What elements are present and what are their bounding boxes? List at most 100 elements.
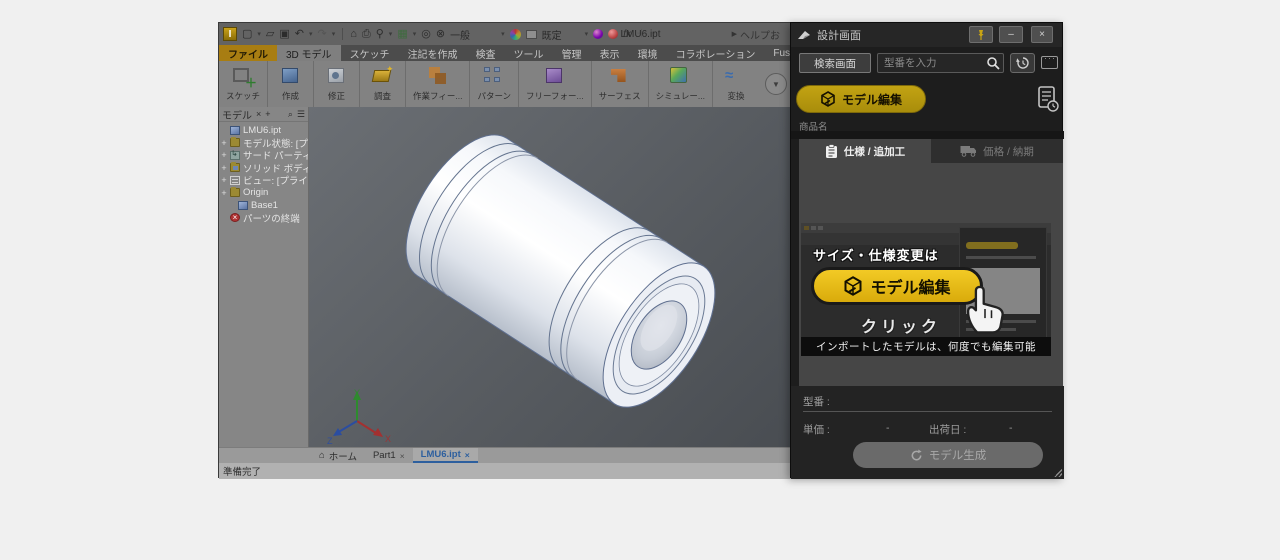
tree-item-end-of-part[interactable]: × パーツの終端 [221,212,308,225]
redo-icon[interactable]: ↷ [318,29,327,40]
ship-date-value: - [1009,422,1013,434]
simulation-icon [668,64,692,88]
ribbon-tab-environments[interactable]: 環境 [629,45,667,61]
tree-item-origin[interactable]: + Origin [221,187,308,200]
history-button[interactable] [1010,53,1035,73]
tree-item-third-party[interactable]: + サード パーティ [221,149,308,162]
search-icon[interactable] [986,56,1000,70]
ribbon-tab-sketch[interactable]: スケッチ [341,45,399,61]
measure-icon[interactable]: ⚲ [376,29,384,40]
ribbon-collapse-button[interactable]: ▼ [765,73,787,95]
quick-access-toolbar: I ▢▾ ▱ ▣ ↶▾ ↷▾ ⌂ ⎙ ⚲▾ ▦▾ ◎ ⊗ 一般 ▾ 既定 ▾ [219,27,655,42]
convert-icon: ≈ [724,64,748,88]
doc-tab-home[interactable]: ⌂ ホーム [311,448,365,463]
pattern-icon [482,64,506,88]
third-party-icon [230,151,240,160]
result-fields: 型番 : 単価 : - 出荷日 : - モデル生成 [791,386,1064,479]
tree-item-model-states[interactable]: + モデル状態: [プライマリ] [221,137,308,150]
ribbon-group-convert[interactable]: ≈ 変換 [713,61,759,107]
ribbon-group-pattern[interactable]: パターン [470,61,519,107]
clipboard-icon [825,144,838,159]
clear-appearance-icon[interactable] [608,29,618,39]
ribbon-group-create[interactable]: 作成 [268,61,314,107]
model-generate-button[interactable]: モデル生成 [853,442,1043,468]
inventor-logo-icon[interactable]: I [223,27,237,41]
resize-grip[interactable] [1054,469,1062,477]
tab-price[interactable]: 価格 / 納期 [931,139,1063,163]
add-qat-icon[interactable]: ＋ [636,29,647,40]
physical-icon[interactable]: ◎ [421,29,431,40]
ship-date-label: 出荷日 : [929,422,966,437]
ribbon-tab-manage[interactable]: 管理 [553,45,591,61]
new-file-icon[interactable]: ▢ [242,29,252,40]
browser-close-icon[interactable]: × [256,109,261,119]
quote-history-icon[interactable] [1037,85,1059,113]
open-file-icon[interactable]: ▱ [266,29,274,40]
part-number-input[interactable] [877,53,1004,73]
appearance-select[interactable]: 既定 [542,27,562,42]
home-icon[interactable]: ⌂ [350,29,357,40]
tree-item-root[interactable]: LMU6.ipt [221,124,308,137]
model-edit-banner[interactable]: サイズ・仕様変更は モデル編集 クリック インポートしたモデルは、何度でも編集可… [801,223,1051,356]
ribbon-tab-3d-model[interactable]: 3D モデル [277,45,341,61]
material-icon[interactable]: ▦ [397,29,407,40]
help-label[interactable]: ヘルプお [740,27,780,42]
create-icon [279,64,303,88]
ribbon-group-examine[interactable]: ✦ 調査 [360,61,406,107]
save-icon[interactable]: ▣ [279,29,289,40]
axis-y-label: Y [354,388,360,398]
minimize-button[interactable]: – [999,26,1023,43]
undo-icon[interactable]: ↶ [295,29,304,40]
adjust-sphere-icon[interactable] [593,29,603,39]
search-screen-button[interactable]: 検索画面 [799,53,871,73]
end-of-part-icon: × [230,213,240,222]
infocenter-arrow-icon[interactable]: ▶ [732,30,737,38]
tree-item-solid-bodies[interactable]: + ソリッド ボディ(1) [221,162,308,175]
parameters-fx-icon[interactable]: fx [623,29,631,40]
model-browser: モデル × + ⌕ ☰ LMU6.ipt + モデル状態: [プライマリ] [219,107,309,447]
close-icon[interactable]: × [465,450,470,460]
ribbon-tab-inspect[interactable]: 検査 [467,45,505,61]
work-features-icon [426,64,450,88]
ribbon-tab-annotate[interactable]: 注記を作成 [399,45,467,61]
material-select[interactable]: 一般 [450,27,470,42]
browser-tab-label[interactable]: モデル [222,107,252,122]
ribbon-tab-tools[interactable]: ツール [505,45,553,61]
color-wheel-icon[interactable] [510,29,521,40]
ribbon-group-simulation[interactable]: シミュレー... [649,61,713,107]
print-icon[interactable]: ⎙ [362,29,371,40]
axis-triad: Y X Z [327,387,397,447]
doc-tab-part1[interactable]: Part1 × [365,448,413,463]
ribbon-tab-view[interactable]: 表示 [591,45,629,61]
model-edit-button[interactable]: モデル編集 [796,85,926,113]
freeform-icon [543,64,567,88]
browser-menu-icon[interactable]: ☰ [297,109,305,120]
ribbon-group-modify[interactable]: 修正 [314,61,360,107]
ribbon-group-sketch[interactable]: ＋ スケッチ [219,61,268,107]
doc-tab-lmu6[interactable]: LMU6.ipt × [413,448,478,463]
tree-item-view[interactable]: + ビュー: [プライマリ] [221,174,308,187]
close-icon[interactable]: × [400,451,405,461]
select-icon[interactable]: ⊗ [436,29,445,40]
appearance-icon[interactable] [526,30,537,39]
pin-icon [976,29,986,41]
panel-close-button[interactable]: × [1031,26,1053,43]
part-number-label: 型番 : [803,394,830,409]
panel-logo-icon [797,30,811,41]
pin-button[interactable] [969,26,993,43]
screenshot-stage: I ▢▾ ▱ ▣ ↶▾ ↷▾ ⌂ ⎙ ⚲▾ ▦▾ ◎ ⊗ 一般 ▾ 既定 ▾ [0,0,1280,560]
tab-spec[interactable]: 仕様 / 追加工 [799,139,931,163]
tree-item-base1[interactable]: Base1 [221,199,308,212]
product-name-value [791,131,1064,139]
browser-add-icon[interactable]: + [265,109,270,119]
cube-edit-icon [820,91,836,107]
ribbon-group-freeform[interactable]: フリーフォー... [519,61,592,107]
ribbon-tab-file[interactable]: ファイル [219,45,277,61]
part-number-underline [803,411,1052,412]
comment-icon[interactable] [1041,56,1058,69]
ribbon-group-surface[interactable]: サーフェス [592,61,649,107]
ribbon-group-work-features[interactable]: 作業フィー... [406,61,470,107]
sketch-icon: ＋ [231,64,255,88]
ribbon-tab-collaboration[interactable]: コラボレーション [667,45,765,61]
browser-search-icon[interactable]: ⌕ [288,109,293,120]
